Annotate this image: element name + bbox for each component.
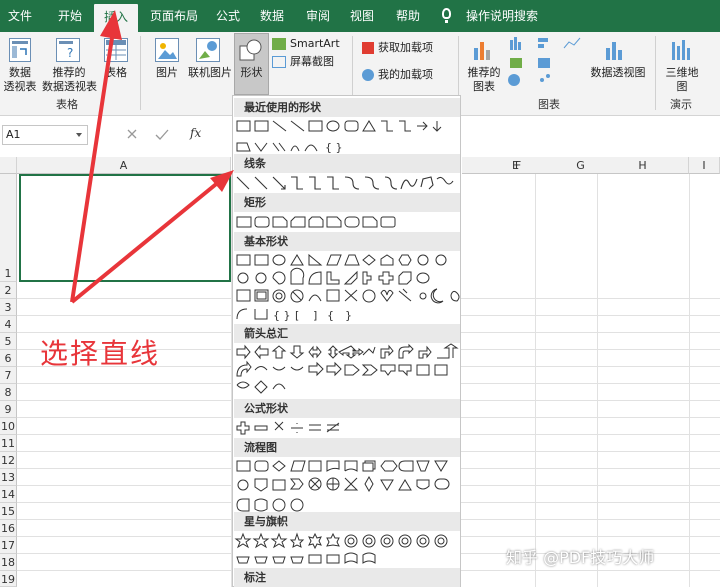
annotation-text: 选择直线 bbox=[40, 337, 161, 370]
excel-window: 文件 开始 插入 页面布局 公式 数据 审阅 视图 帮助 操作说明搜索 数据 透… bbox=[0, 0, 720, 587]
watermark: 知乎 @PDF技巧大师 bbox=[506, 548, 655, 567]
red-arrows-overlay bbox=[70, 10, 234, 304]
